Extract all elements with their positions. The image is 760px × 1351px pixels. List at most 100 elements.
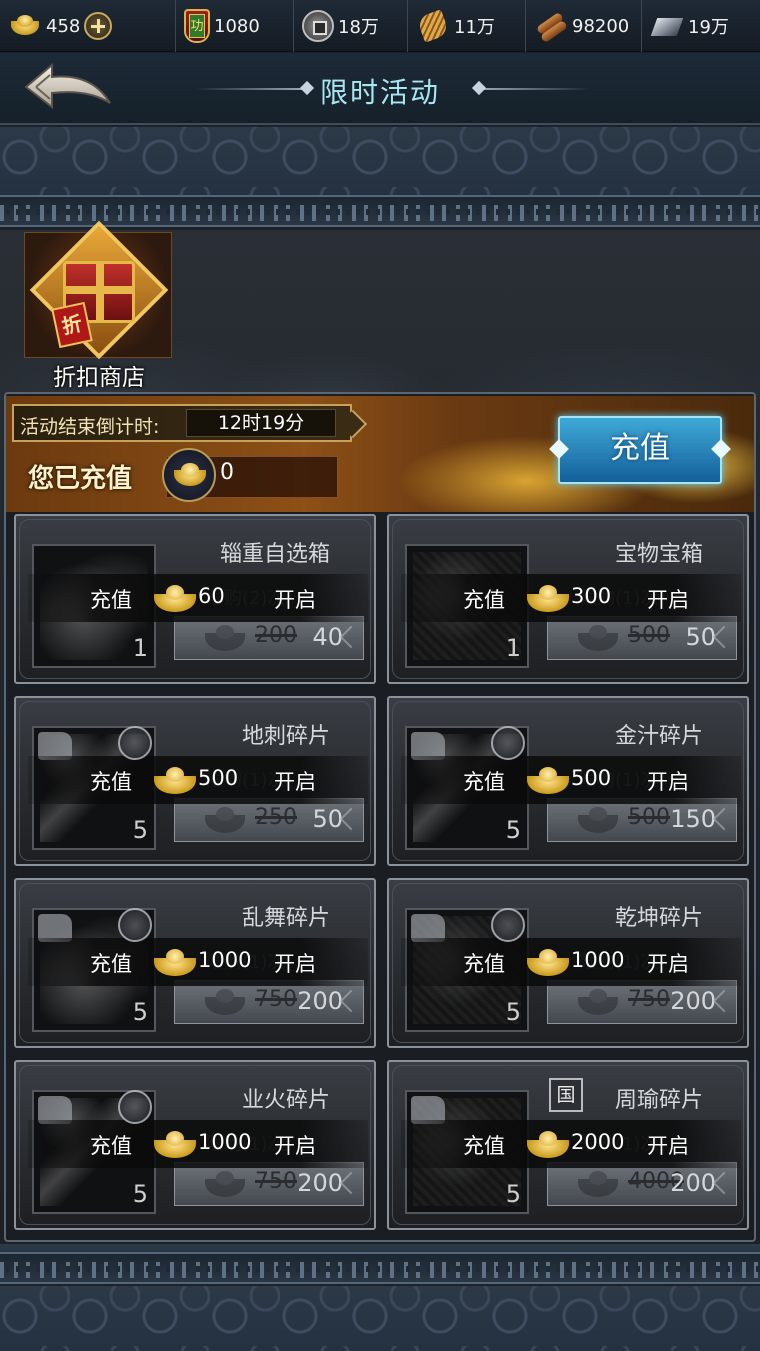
ingot-icon xyxy=(205,1169,245,1199)
header: 限时活动 xyxy=(0,53,760,125)
item-quantity: 5 xyxy=(132,998,148,1026)
fret-pattern-band xyxy=(0,195,760,227)
unlock-requirement: 充值 1000 开启 xyxy=(28,1120,368,1168)
item-quantity: 1 xyxy=(132,634,148,662)
countdown-label: 活动结束倒计时: xyxy=(20,416,160,438)
original-price: 750 xyxy=(255,1169,297,1194)
grain-icon xyxy=(416,9,450,43)
recharge-requirement-label: 充值 xyxy=(463,770,505,794)
item-card[interactable]: 1 辎重自选箱 限购(2)次 200 40 充值 60 开启 xyxy=(14,514,376,684)
price-button[interactable]: 750 200 xyxy=(174,980,364,1024)
recharge-requirement-label: 充值 xyxy=(463,952,505,976)
unlock-requirement: 充值 60 开启 xyxy=(28,574,368,622)
original-price: 500 xyxy=(628,623,670,648)
item-name: 周瑜碎片 xyxy=(614,1088,703,1113)
item-card[interactable]: 5 乱舞碎片 限购(1)次 750 200 充值 1000 开启 xyxy=(14,878,376,1048)
item-name: 金汁碎片 xyxy=(614,724,703,749)
unlock-requirement: 充值 300 开启 xyxy=(401,574,741,622)
iron-icon xyxy=(650,9,684,43)
gold-ingot-icon xyxy=(162,448,216,502)
unlock-label: 开启 xyxy=(274,1134,316,1158)
item-name: 地刺碎片 xyxy=(241,724,330,749)
item-quantity: 5 xyxy=(505,998,521,1026)
gold-ingot-icon xyxy=(527,764,569,796)
copper-value: 18万 xyxy=(338,17,379,38)
resource-merit: 功 1080 xyxy=(176,0,294,52)
resource-gold: 458 xyxy=(0,0,176,52)
recharge-requirement-label: 充值 xyxy=(90,1134,132,1158)
recharge-requirement-amount: 2000 xyxy=(571,1130,625,1154)
price-button[interactable]: 500 150 xyxy=(547,798,737,842)
countdown-bar: 活动结束倒计时: 12时19分 xyxy=(12,404,352,442)
item-type-icon xyxy=(118,726,152,760)
unlock-requirement: 充值 500 开启 xyxy=(401,756,741,804)
resource-grain: 11万 xyxy=(408,0,526,52)
item-name: 乾坤碎片 xyxy=(614,906,703,931)
item-name: 辎重自选箱 xyxy=(219,542,330,567)
unlock-label: 开启 xyxy=(647,770,689,794)
cloud-pattern-band-bottom xyxy=(0,1286,760,1351)
discount-price: 50 xyxy=(312,805,343,833)
item-quantity: 5 xyxy=(132,816,148,844)
recharge-requirement-label: 充值 xyxy=(463,588,505,612)
price-button[interactable]: 4000 200 xyxy=(547,1162,737,1206)
item-card[interactable]: 1 宝物宝箱 限购(1)次 500 50 充值 300 开启 xyxy=(387,514,749,684)
recharge-requirement-label: 充值 xyxy=(90,952,132,976)
wood-value: 98200 xyxy=(572,15,630,37)
resource-wood: 98200 xyxy=(526,0,642,52)
item-type-icon xyxy=(491,726,525,760)
price-button[interactable]: 250 50 xyxy=(174,798,364,842)
original-price: 750 xyxy=(255,987,297,1012)
price-button[interactable]: 750 200 xyxy=(547,980,737,1024)
item-card[interactable]: 5 乾坤碎片 限购(1)次 750 200 充值 1000 开启 xyxy=(387,878,749,1048)
item-card[interactable]: 5 业火碎片 限购(1)次 750 200 充值 1000 开启 xyxy=(14,1060,376,1230)
gold-ingot-icon xyxy=(154,764,196,796)
recharge-requirement-amount: 1000 xyxy=(571,948,625,972)
add-gold-button[interactable] xyxy=(84,12,113,40)
unlock-label: 开启 xyxy=(647,588,689,612)
fret-pattern-band-bottom xyxy=(0,1252,760,1284)
grain-value: 11万 xyxy=(454,17,495,38)
item-quantity: 5 xyxy=(132,1180,148,1208)
ingot-icon xyxy=(205,805,245,835)
discount-price: 50 xyxy=(685,623,716,651)
recharge-button[interactable]: 充值 xyxy=(558,416,722,484)
ingot-icon xyxy=(578,1169,618,1199)
recharged-label: 您已充值 xyxy=(28,464,133,494)
item-name: 业火碎片 xyxy=(241,1088,330,1113)
page-title: 限时活动 xyxy=(319,76,440,109)
ingot-icon xyxy=(205,623,245,653)
discount-shop-icon: 折 xyxy=(24,220,172,360)
price-button[interactable]: 500 50 xyxy=(547,616,737,660)
discount-shop-tab[interactable]: 折 折扣商店 xyxy=(24,220,174,391)
ingot-icon xyxy=(578,623,618,653)
item-card[interactable]: 5 金汁碎片 限购(1)次 500 150 充值 500 开启 xyxy=(387,696,749,866)
item-card[interactable]: 5 周瑜碎片 限购(1)次 4000 200 充值 2000 开启 国 xyxy=(387,1060,749,1230)
item-quantity: 5 xyxy=(505,1180,521,1208)
item-type-icon xyxy=(118,908,152,942)
price-button[interactable]: 200 40 xyxy=(174,616,364,660)
price-button[interactable]: 750 200 xyxy=(174,1162,364,1206)
discount-price: 200 xyxy=(670,1169,716,1197)
gold-ingot-icon xyxy=(154,946,196,978)
gold-ingot-icon xyxy=(8,9,42,43)
recharged-value: 0 xyxy=(220,460,234,485)
recharge-requirement-amount: 1000 xyxy=(198,948,252,972)
wood-icon xyxy=(534,9,568,43)
unlock-label: 开启 xyxy=(647,1134,689,1158)
recharge-requirement-label: 充值 xyxy=(90,588,132,612)
discount-shop-label: 折扣商店 xyxy=(53,365,145,391)
unlock-requirement: 充值 1000 开启 xyxy=(401,938,741,986)
cloud-pattern-band xyxy=(0,127,760,195)
original-price: 750 xyxy=(628,987,670,1012)
unlock-label: 开启 xyxy=(274,588,316,612)
discount-price: 150 xyxy=(670,805,716,833)
ingot-icon xyxy=(578,805,618,835)
merit-badge-text: 功 xyxy=(189,14,205,38)
original-price: 200 xyxy=(255,623,297,648)
item-quantity: 5 xyxy=(505,816,521,844)
unlock-requirement: 充值 1000 开启 xyxy=(28,938,368,986)
resource-copper: 18万 xyxy=(294,0,408,52)
item-card[interactable]: 5 地刺碎片 限购(1)次 250 50 充值 500 开启 xyxy=(14,696,376,866)
discount-price: 200 xyxy=(297,1169,343,1197)
